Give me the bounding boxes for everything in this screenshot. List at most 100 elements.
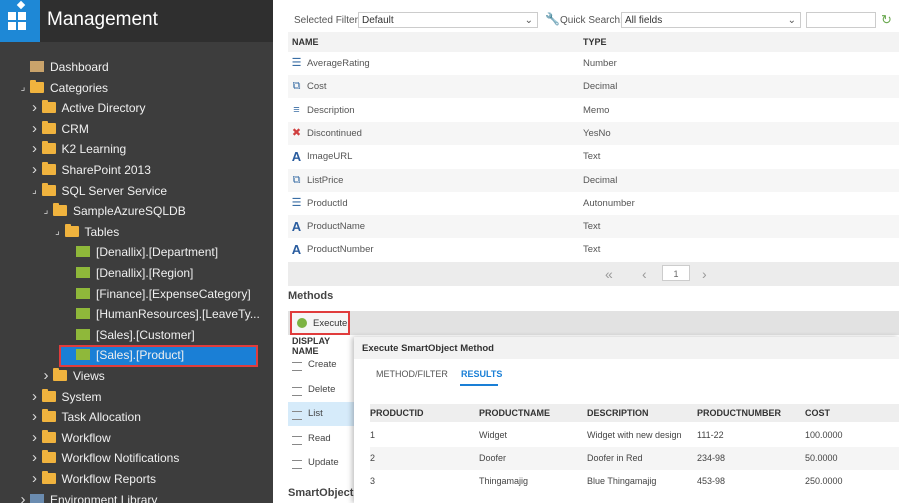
tree-item-label: [Denallix].[Region] [96, 266, 194, 280]
property-row[interactable]: ⧉ ListPrice Decimal [288, 168, 899, 192]
chevron-right-icon[interactable]: › [30, 139, 40, 159]
result-cell: Widget with new design [587, 430, 682, 440]
tree-item[interactable]: [Sales].[Product] [0, 345, 273, 365]
quick-search-label: Quick Search: [560, 15, 623, 26]
tree-item-label: Task Allocation [61, 410, 141, 425]
chevron-right-icon[interactable]: › [18, 490, 28, 503]
tree-expanded-icon[interactable]: ⌟ [53, 222, 63, 242]
search-input[interactable] [806, 12, 876, 28]
tree-item[interactable]: › Active Directory [0, 98, 273, 118]
result-row[interactable]: 1 Widget Widget with new design 111-22 100.0… [370, 424, 899, 447]
dashboard-icon [30, 61, 44, 72]
tree-item-label: Dashboard [50, 60, 109, 74]
tree-item[interactable]: › Workflow [0, 428, 273, 448]
chevron-right-icon[interactable]: › [30, 119, 40, 139]
decimal-icon: ⧉ [292, 80, 301, 93]
play-icon [297, 318, 307, 328]
method-item[interactable]: Update [288, 451, 354, 475]
chevron-right-icon[interactable]: › [41, 366, 51, 386]
result-row[interactable]: 2 Doofer Doofer in Red 234-98 50.0000 [370, 447, 899, 470]
property-row[interactable]: ≡ Description Memo [288, 99, 899, 122]
chevron-right-icon[interactable]: › [30, 428, 40, 448]
column-header-description: DESCRIPTION [587, 408, 649, 418]
tree-item[interactable]: › Environment Library [0, 490, 273, 503]
tab-results[interactable]: RESULTS [461, 369, 502, 379]
text-icon: A [291, 219, 302, 235]
tree-item[interactable]: [Sales].[Customer] [0, 325, 273, 345]
decimal-icon: ⧉ [292, 173, 301, 186]
property-row[interactable]: A ImageURL Text [288, 145, 899, 168]
refresh-icon[interactable]: ↻ [881, 12, 892, 28]
app-logo-icon[interactable] [0, 0, 40, 42]
chevron-right-icon[interactable]: › [30, 387, 40, 407]
result-cell: Blue Thingamajig [587, 476, 657, 486]
tree-item[interactable]: › CRM [0, 119, 273, 139]
folder-icon [53, 203, 67, 217]
tree-item-label: Active Directory [61, 101, 146, 116]
tree-item-label: SampleAzureSQLDB [73, 204, 186, 219]
tree-item[interactable]: ⌟ SampleAzureSQLDB [0, 201, 273, 221]
execute-button[interactable]: Execute [290, 311, 350, 335]
method-icon [292, 435, 302, 445]
tree-item[interactable]: ⌟ Categories [0, 78, 273, 98]
chevron-down-icon: ⌄ [787, 15, 796, 26]
tree-item-label: [Finance].[ExpenseCategory] [96, 286, 251, 301]
tree-item[interactable]: › Task Allocation [0, 407, 273, 427]
tree-item[interactable]: › SharePoint 2013 [0, 160, 273, 180]
folder-icon [53, 368, 67, 381]
tree-item[interactable]: › Views [0, 366, 273, 386]
property-type: Decimal [583, 81, 618, 93]
tree-item-label: System [61, 389, 102, 404]
pager: « ‹ 1 › [288, 262, 899, 286]
tree-item[interactable]: › System [0, 387, 273, 407]
tree-item[interactable]: › Workflow Reports [0, 469, 273, 489]
tree-expanded-icon[interactable]: ⌟ [18, 78, 28, 98]
tree-item[interactable]: [HumanResources].[LeaveTy... [0, 304, 273, 324]
first-page-icon[interactable]: « [605, 266, 613, 282]
folder-icon [41, 429, 56, 443]
chevron-right-icon[interactable]: › [30, 98, 40, 118]
result-cell: Widget [479, 430, 508, 440]
tree-expanded-icon[interactable]: ⌟ [41, 201, 51, 221]
property-row[interactable]: A ProductName Text [288, 215, 899, 239]
method-item[interactable]: Create [288, 353, 354, 377]
property-row[interactable]: ☰ AverageRating Number [288, 52, 899, 75]
result-cell: 3 [370, 476, 376, 486]
tree-item[interactable]: › Workflow Notifications [0, 448, 273, 468]
method-item[interactable]: Read [288, 427, 354, 451]
chevron-right-icon[interactable]: › [30, 160, 40, 180]
tree-item[interactable]: [Denallix].[Department] [0, 242, 273, 262]
property-row[interactable]: ✖ Discontinued YesNo [288, 121, 899, 145]
chevron-right-icon[interactable]: › [30, 407, 40, 427]
method-item[interactable]: List [288, 402, 354, 427]
tab-method-filter[interactable]: METHOD/FILTER [376, 369, 448, 379]
tree-item[interactable]: ⌟ SQL Server Service [0, 181, 273, 201]
chevron-right-icon[interactable]: › [30, 448, 40, 468]
tree-item[interactable]: ⌟ Tables [0, 222, 273, 242]
folder-icon [41, 120, 56, 134]
property-row[interactable]: ⧉ Cost Decimal [288, 75, 899, 99]
tree-item[interactable]: Dashboard [0, 57, 273, 77]
execute-label: Execute [313, 318, 348, 329]
result-cell: 100.0000 [805, 430, 843, 440]
text-icon: A [291, 242, 302, 258]
page-number-input[interactable]: 1 [662, 265, 690, 281]
chevron-right-icon[interactable]: › [30, 469, 40, 489]
column-header-type: TYPE [583, 37, 607, 47]
tree-expanded-icon[interactable]: ⌟ [30, 181, 40, 201]
method-item[interactable]: Delete [288, 378, 354, 402]
result-row[interactable]: 3 Thingamajig Blue Thingamajig 453-98 250.00… [370, 470, 899, 493]
tree-item[interactable]: › K2 Learning [0, 139, 273, 159]
previous-page-icon[interactable]: ‹ [642, 266, 647, 282]
result-cell: 250.0000 [805, 476, 843, 486]
tree-item[interactable]: [Finance].[ExpenseCategory] [0, 284, 273, 304]
next-page-icon[interactable]: › [702, 266, 707, 282]
folder-icon [41, 100, 56, 114]
property-type: Number [583, 58, 617, 69]
selected-filter-dropdown[interactable]: Default ⌄ [358, 12, 538, 28]
quick-search-dropdown[interactable]: All fields ⌄ [621, 12, 801, 28]
property-row[interactable]: ☰ ProductId Autonumber [288, 192, 899, 215]
tree-item[interactable]: [Denallix].[Region] [0, 263, 273, 283]
property-row[interactable]: A ProductNumber Text [288, 238, 899, 261]
tree-item-label: K2 Learning [61, 142, 127, 157]
